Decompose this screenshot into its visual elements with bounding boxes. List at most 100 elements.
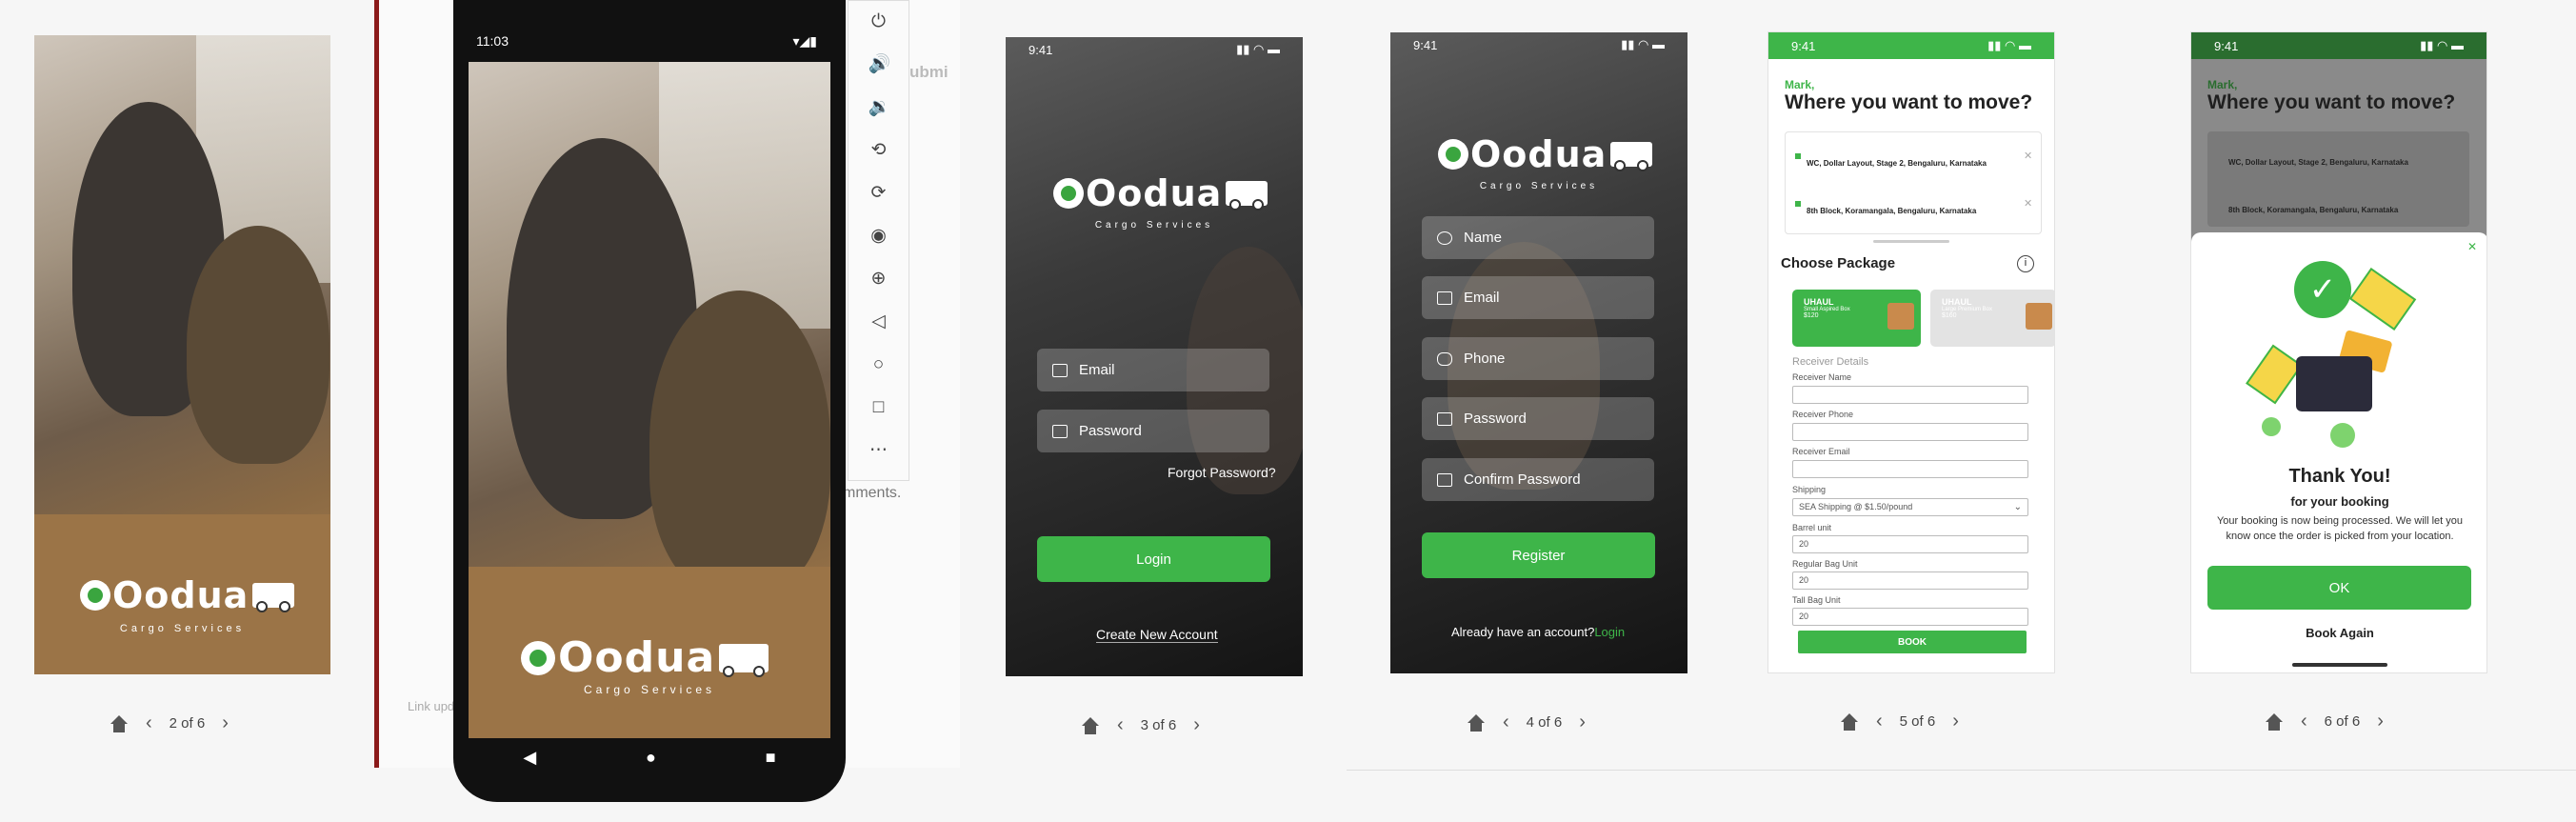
rotate-right-icon[interactable]: ⟳ (869, 182, 889, 205)
greeting: Mark, (1785, 78, 1815, 91)
shipping-select[interactable]: SEA Shipping @ $1.50/pound ⌄ (1792, 498, 2028, 516)
book-button[interactable]: BOOK (1798, 631, 2027, 653)
power-icon[interactable]: ⏻ (869, 10, 889, 33)
login-button[interactable]: Login (1037, 536, 1270, 582)
home-icon[interactable] (1081, 716, 1100, 734)
forgot-password-link[interactable]: Forgot Password? (1168, 465, 1276, 480)
lock-icon (1437, 411, 1452, 426)
thanks-message: Your booking is now being processed. We … (2216, 515, 2464, 542)
close-icon[interactable]: ✕ (2467, 240, 2477, 253)
regular-bag-label: Regular Bag Unit (1792, 559, 1858, 569)
logo-mark-icon (80, 580, 110, 611)
confirm-password-field[interactable]: Confirm Password (1422, 458, 1654, 501)
chevron-right-icon[interactable]: › (222, 712, 229, 734)
camera-icon[interactable]: ◉ (869, 225, 889, 248)
truck-icon (719, 643, 769, 677)
nav-home-icon[interactable]: ● (646, 748, 656, 768)
confirm-placeholder: Confirm Password (1464, 471, 1581, 488)
receiver-email-input[interactable] (1792, 460, 2028, 478)
check-circle-icon: ✓ (2294, 261, 2351, 318)
password-field[interactable]: Password (1422, 397, 1654, 440)
password-field[interactable]: Password (1037, 410, 1269, 452)
pager-label: 3 of 6 (1140, 717, 1177, 733)
status-time: 9:41 (1413, 37, 1438, 52)
screen-login: 9:41 ▮▮ ◠ ▬ Oodua Cargo Services Email Pa… (1006, 37, 1303, 676)
pager-5: ‹ 5 of 6 › (1840, 711, 1959, 732)
volume-up-icon[interactable]: 🔊 (869, 53, 891, 76)
success-modal: ✕ ✓ Thank You! for your booking Your boo… (2191, 232, 2486, 672)
pager-label: 6 of 6 (2324, 713, 2361, 730)
pager-label: 4 of 6 (1526, 714, 1563, 731)
regular-bag-input[interactable]: 20 (1792, 571, 2028, 590)
receiver-phone-input[interactable] (1792, 423, 2028, 441)
overview-icon[interactable]: □ (869, 396, 889, 419)
more-icon[interactable]: ⋯ (869, 439, 889, 462)
have-account-text: Already have an account? (1451, 625, 1595, 639)
login-prompt: Already have an account?Login (1451, 625, 1625, 639)
chevron-left-icon[interactable]: ‹ (146, 712, 152, 734)
bg-submit-text: ubmi (909, 63, 949, 81)
chevron-down-icon: ⌄ (2013, 502, 2022, 512)
brand-logo: Oodua (1053, 172, 1268, 214)
chevron-left-icon[interactable]: ‹ (1503, 712, 1509, 733)
dollar-note-icon (2246, 344, 2303, 405)
home-icon[interactable] (1840, 712, 1859, 731)
nav-recents-icon[interactable]: ■ (766, 748, 776, 768)
email-field[interactable]: Email (1422, 276, 1654, 319)
home-icon[interactable]: ○ (869, 353, 889, 376)
status-time: 9:41 (1028, 42, 1053, 57)
shipping-label: Shipping (1792, 485, 1827, 494)
name-field[interactable]: Name (1422, 216, 1654, 259)
barrel-input[interactable]: 20 (1792, 535, 2028, 553)
chevron-left-icon[interactable]: ‹ (2301, 711, 2307, 732)
design-review-canvas: Oodua Cargo Services ‹ 2 of 6 › ubmi t a… (0, 0, 2576, 822)
mail-icon (1437, 291, 1452, 305)
create-account-link[interactable]: Create New Account (1096, 627, 1218, 643)
chevron-left-icon[interactable]: ‹ (1117, 714, 1124, 736)
book-again-link[interactable]: Book Again (2191, 626, 2486, 640)
password-placeholder: Password (1464, 411, 1527, 427)
emulator-screen: Oodua Cargo Services (469, 62, 830, 738)
home-icon[interactable] (1467, 713, 1486, 732)
screen-splash: Oodua Cargo Services (34, 35, 330, 674)
login-link[interactable]: Login (1594, 625, 1625, 639)
tall-bag-input[interactable]: 20 (1792, 608, 2028, 626)
info-icon[interactable]: i (2017, 255, 2034, 272)
barrel-label: Barrel unit (1792, 523, 1832, 532)
ok-button[interactable]: OK (2207, 566, 2471, 610)
home-icon[interactable] (110, 714, 129, 732)
receiver-heading: Receiver Details (1792, 356, 1869, 368)
chevron-right-icon[interactable]: › (1193, 714, 1200, 736)
phone-field[interactable]: Phone (1422, 337, 1654, 380)
close-icon[interactable]: ✕ (2024, 150, 2032, 162)
email-field[interactable]: Email (1037, 349, 1269, 391)
chevron-right-icon[interactable]: › (2377, 711, 2384, 732)
address-card: WC, Dollar Layout, Stage 2, Bengaluru, K… (1785, 131, 2042, 234)
zoom-icon[interactable]: ⊕ (869, 268, 889, 291)
pager-label: 5 of 6 (1899, 713, 1936, 730)
back-icon[interactable]: ◁ (869, 311, 889, 333)
chevron-right-icon[interactable]: › (1952, 711, 1959, 732)
signal-icons: ▮▮ ◠ ▬ (1987, 38, 2031, 52)
wallet-icon (2296, 356, 2372, 411)
nav-back-icon[interactable]: ◀ (523, 748, 536, 768)
receiver-name-label: Receiver Name (1792, 372, 1852, 382)
home-icon[interactable] (2265, 712, 2284, 731)
lock-icon (1052, 424, 1068, 438)
thanks-title: Thank You! (2288, 466, 2391, 487)
bottom-rule (1347, 770, 2576, 771)
close-icon[interactable]: ✕ (2024, 197, 2032, 210)
address-card: WC, Dollar Layout, Stage 2, Bengaluru, K… (2207, 131, 2469, 227)
rotate-left-icon[interactable]: ⟲ (869, 139, 889, 162)
email-placeholder: Email (1079, 362, 1115, 378)
package-card-selected[interactable]: UHAUL Small Aspired Box $120 (1792, 290, 1921, 347)
package-card[interactable]: UHAUL Large Premium Box $160 (1930, 290, 2054, 347)
volume-down-icon[interactable]: 🔉 (869, 96, 891, 119)
receiver-name-input[interactable] (1792, 386, 2028, 404)
chevron-right-icon[interactable]: › (1579, 712, 1586, 733)
pickup-dot-icon (1795, 153, 1801, 159)
sheet-handle (1873, 240, 1949, 243)
register-button[interactable]: Register (1422, 532, 1655, 578)
home-indicator (2292, 663, 2387, 667)
chevron-left-icon[interactable]: ‹ (1876, 711, 1883, 732)
